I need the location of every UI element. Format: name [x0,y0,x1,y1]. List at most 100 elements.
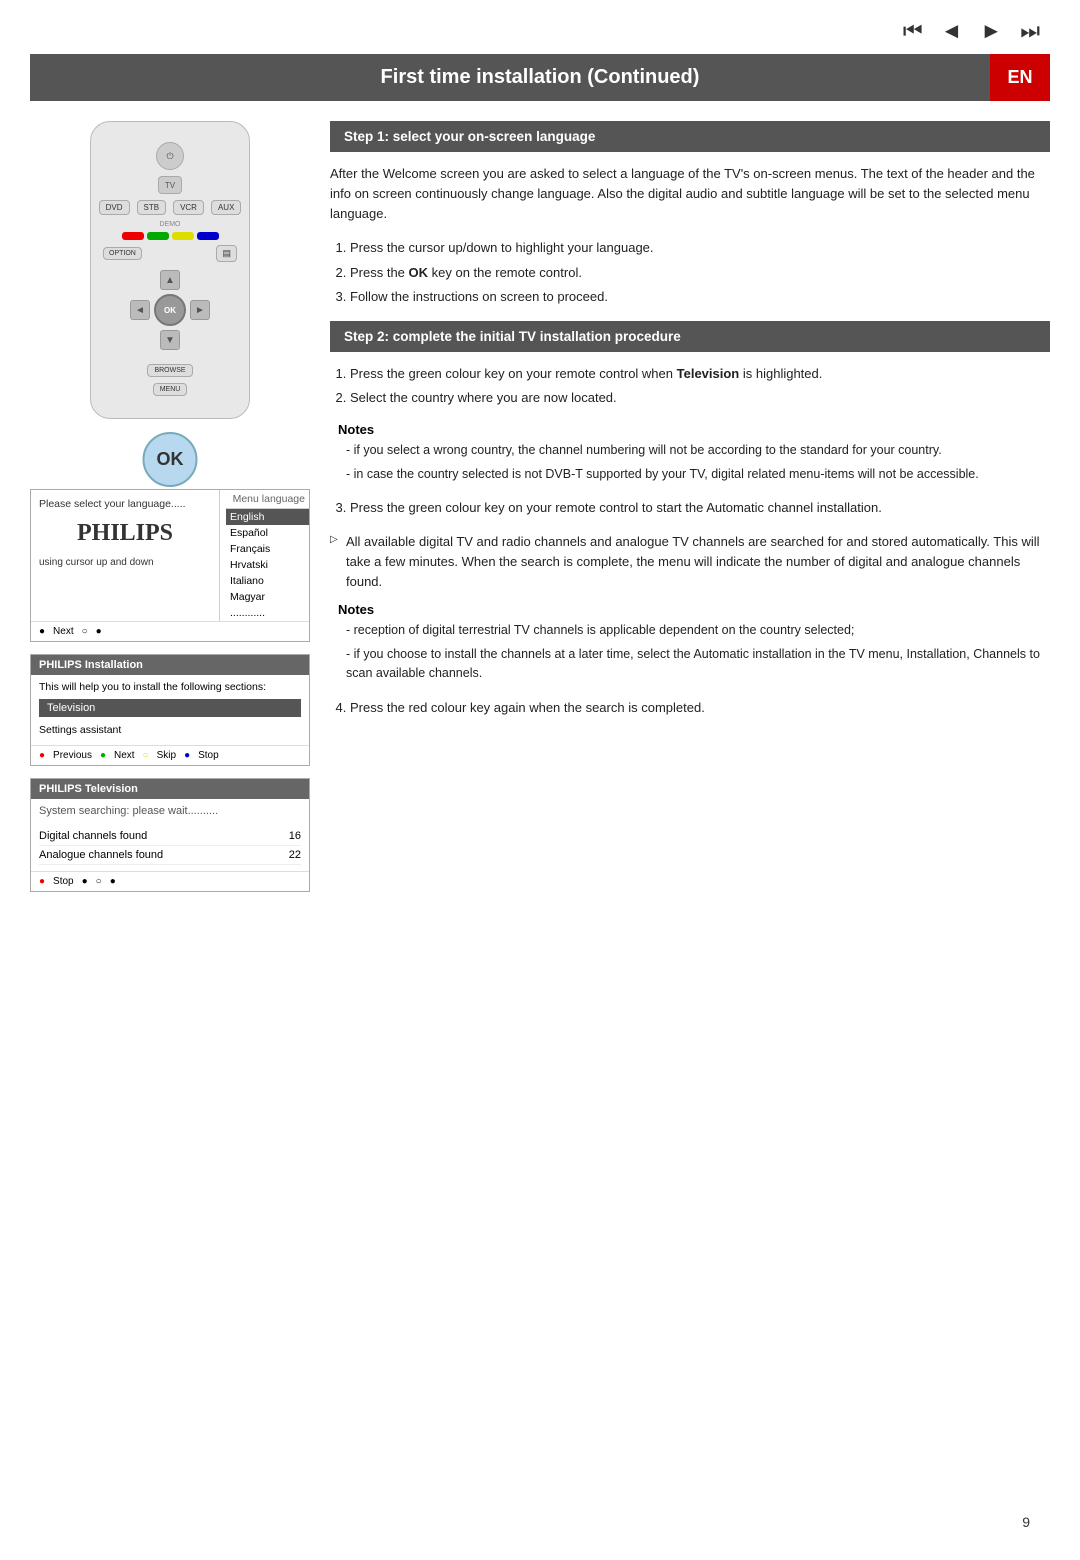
searching-status: System searching: please wait.......... [39,805,301,817]
lang-english[interactable]: English [226,509,309,525]
screen1-dot2: ○ [82,626,88,637]
screen2-dot4: ● [184,750,190,761]
green-button[interactable] [147,232,169,240]
browse-button[interactable]: BROWSE [147,364,192,377]
step2-header: Step 2: complete the initial TV installa… [330,321,1050,352]
aux-button[interactable]: AUX [211,200,241,215]
menu-language-header: Menu language [226,490,309,509]
notes2-title: Notes [338,602,1050,617]
screen2-previous-btn[interactable]: Previous [53,750,92,761]
screen2-footer: ● Previous ● Next ○ Skip ● Stop [31,745,309,765]
stb-button[interactable]: STB [137,200,167,215]
dpad-up[interactable]: ▲ [160,270,180,290]
screen1-footer: ● Next ○ ● [31,621,309,641]
dpad: ▲ ◄ OK ► ▼ [130,270,210,350]
settings-assistant-item[interactable]: Settings assistant [39,721,301,739]
screen3-dot2: ● [82,876,88,887]
step2-list2: Press the green colour key on your remot… [330,498,1050,518]
screen2-dot2: ● [100,750,106,761]
notes2-box: Notes - reception of digital terrestrial… [330,602,1050,683]
analogue-channels-value: 22 [289,849,301,861]
screen2-stop-btn[interactable]: Stop [198,750,219,761]
television-item[interactable]: Television [39,699,301,717]
cursor-instruction: using cursor up and down [39,557,211,568]
skip-back-icon[interactable]: ⏮ [903,18,923,44]
screen3-dot3: ○ [96,876,102,887]
step1-list-item3: Follow the instructions on screen to pro… [350,287,1050,307]
installation-body: This will help you to install the follow… [31,675,309,745]
dpad-right[interactable]: ► [190,300,210,320]
television-body: System searching: please wait.......... … [31,799,309,871]
source-buttons: DVD STB VCR AUX [103,198,237,217]
red-button[interactable] [122,232,144,240]
menu-button[interactable]: MENU [153,383,188,396]
lang-more: ............ [226,605,309,621]
subtitle-button[interactable]: ▤ [216,245,237,262]
step2-list-item4: Press the red colour key again when the … [350,698,1050,718]
television-screen: PHILIPS Television System searching: ple… [30,778,310,892]
screen1-dot3: ● [96,626,102,637]
language-screen: Please select your language..... PHILIPS… [30,489,310,642]
select-language-prompt: Please select your language..... [39,498,211,510]
notes1-item2: - in case the country selected is not DV… [338,465,1050,484]
step2-list-item3: Press the green colour key on your remot… [350,498,1050,518]
screen2-dot3: ○ [143,750,149,761]
screen1-dot1: ● [39,626,45,637]
step2-list3: Press the red colour key again when the … [330,698,1050,718]
analogue-channels-row: Analogue channels found 22 [39,846,301,865]
power-button[interactable]: ⏻ [156,142,184,170]
top-navigation: ⏮ ◄ ► ⏭ [0,0,1080,54]
notes1-title: Notes [338,422,1050,437]
language-badge: EN [990,54,1050,101]
power-icon: ⏻ [166,151,173,162]
color-buttons [103,232,237,240]
step1-header: Step 1: select your on-screen language [330,121,1050,152]
option-row: OPTION ▤ [103,245,237,262]
lang-hrvatski[interactable]: Hrvatski [226,557,309,573]
page-header: First time installation (Continued) EN [30,54,1050,101]
ok-bubble: OK [143,432,198,487]
lang-magyar[interactable]: Magyar [226,589,309,605]
left-column: ⏻ TV DVD STB VCR AUX DEMO [30,121,310,904]
lang-italiano[interactable]: Italiano [226,573,309,589]
notes2-item1: - reception of digital terrestrial TV ch… [338,621,1050,640]
screen2-next-btn[interactable]: Next [114,750,135,761]
language-list-column: Menu language English Español Français H… [219,490,309,621]
philips-logo-screen1: PHILIPS [39,516,211,551]
notes2-item2: - if you choose to install the channels … [338,645,1050,684]
television-header: PHILIPS Television [31,779,309,799]
remote-illustration: ⏻ TV DVD STB VCR AUX DEMO [30,121,310,459]
yellow-button[interactable] [172,232,194,240]
tv-label: TV [165,181,175,190]
blue-button[interactable] [197,232,219,240]
page-number: 9 [1022,1514,1030,1530]
dpad-left[interactable]: ◄ [130,300,150,320]
vcr-button[interactable]: VCR [173,200,204,215]
installation-screen: PHILIPS Installation This will help you … [30,654,310,766]
dpad-down[interactable]: ▼ [160,330,180,350]
lang-espanol[interactable]: Español [226,525,309,541]
option-button[interactable]: OPTION [103,247,142,260]
rewind-icon[interactable]: ◄ [941,18,963,44]
lang-francais[interactable]: Français [226,541,309,557]
fast-forward-icon[interactable]: ► [980,18,1002,44]
tv-button[interactable]: TV [158,176,182,194]
step2-list: Press the green colour key on your remot… [330,364,1050,408]
installation-desc: This will help you to install the follow… [39,681,301,693]
screen1-next-btn[interactable]: Next [53,626,74,637]
screen2-skip-btn[interactable]: Skip [157,750,176,761]
notes1-item1: - if you select a wrong country, the cha… [338,441,1050,460]
screen3-dot1: ● [39,876,45,887]
screen3-stop-btn[interactable]: Stop [53,876,74,887]
digital-channels-value: 16 [289,830,301,842]
screen2-dot1: ● [39,750,45,761]
skip-forward-icon[interactable]: ⏭ [1020,18,1040,44]
page-title: First time installation (Continued) [381,66,700,88]
installation-header: PHILIPS Installation [31,655,309,675]
language-list: English Español Français Hrvatski Italia… [226,509,309,621]
ok-button[interactable]: OK [154,294,186,326]
dvd-button[interactable]: DVD [99,200,130,215]
step1-list: Press the cursor up/down to highlight yo… [330,238,1050,306]
step1-body: After the Welcome screen you are asked t… [330,164,1050,224]
screen3-footer: ● Stop ● ○ ● [31,871,309,891]
